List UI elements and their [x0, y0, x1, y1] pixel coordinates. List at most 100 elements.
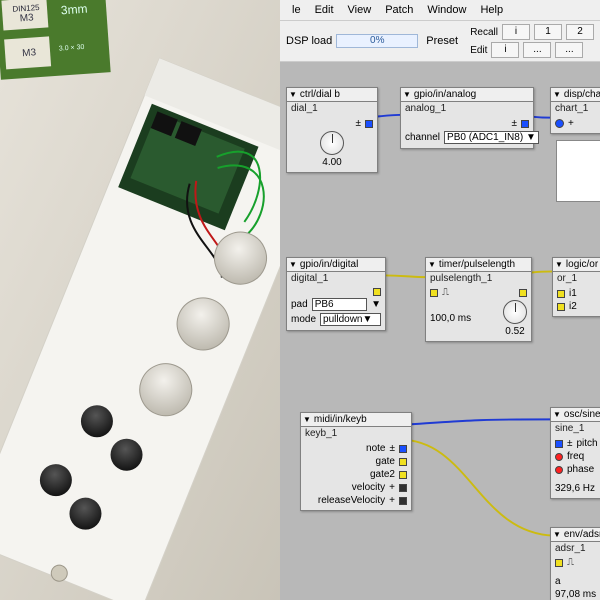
- sine-phase-port[interactable]: [555, 466, 563, 474]
- node-sine[interactable]: osc/sine sine_1 ±pitch freq phase 329,6 …: [550, 407, 600, 499]
- menubar: le Edit View Patch Window Help: [280, 0, 600, 21]
- keyb-rvel-label: releaseVelocity: [318, 495, 385, 506]
- menu-help[interactable]: Help: [474, 2, 509, 18]
- node-chart[interactable]: disp/chart p chart_1 +: [550, 87, 600, 134]
- preset-label: Preset: [426, 35, 458, 47]
- node-header[interactable]: gpio/in/analog: [401, 88, 533, 102]
- sine-frequency: 329,6 Hz: [555, 483, 595, 494]
- node-instance: sine_1: [551, 422, 600, 436]
- chart-in-sym: +: [568, 118, 574, 129]
- node-header[interactable]: disp/chart p: [551, 88, 600, 102]
- dial-icon: [503, 300, 527, 324]
- sine-pitch-label: pitch: [577, 438, 598, 449]
- node-instance: chart_1: [551, 102, 600, 116]
- node-instance: pulselength_1: [426, 272, 531, 286]
- or-in1-label: i1: [569, 288, 577, 299]
- analog-out-port[interactable]: [521, 120, 529, 128]
- node-analog[interactable]: gpio/in/analog analog_1 ± channelPB0 (AD…: [400, 87, 534, 149]
- pulse-value: 0.52: [505, 326, 524, 337]
- node-instance: digital_1: [287, 272, 385, 286]
- adsr-a-value: 97,08 ms: [555, 589, 596, 600]
- node-header[interactable]: logic/or 2: [553, 258, 600, 272]
- pad-label: pad: [291, 299, 308, 310]
- mode-select[interactable]: pulldown▼: [320, 313, 381, 326]
- svg-text:3mm: 3mm: [60, 2, 88, 18]
- or-in1-port[interactable]: [557, 290, 565, 298]
- keyb-vel-label: velocity: [352, 482, 385, 493]
- chart-display: [556, 140, 600, 202]
- analog-out-sym: ±: [512, 118, 518, 129]
- node-header[interactable]: ctrl/dial b: [287, 88, 377, 102]
- recall-btn-2[interactable]: 2: [566, 24, 594, 40]
- edit-btn-i[interactable]: i: [491, 42, 519, 58]
- pad-select[interactable]: PB6: [312, 298, 367, 311]
- menu-edit[interactable]: Edit: [309, 2, 340, 18]
- menu-window[interactable]: Window: [421, 2, 472, 18]
- or-in2-port[interactable]: [557, 303, 565, 311]
- dial-knob[interactable]: 4.00: [291, 131, 373, 168]
- pulse-icon: ⎍: [567, 558, 574, 568]
- node-header[interactable]: timer/pulselength: [426, 258, 531, 272]
- keyb-gate-label: gate: [376, 456, 395, 467]
- node-header[interactable]: gpio/in/digital: [287, 258, 385, 272]
- chart-in-port[interactable]: [555, 119, 564, 128]
- dsp-load-label: DSP load: [286, 35, 332, 47]
- node-instance: adsr_1: [551, 542, 600, 556]
- pulse-ms: 100,0 ms: [430, 313, 471, 324]
- keyb-vel-port[interactable]: [399, 484, 407, 492]
- keyb-gate-port[interactable]: [399, 458, 407, 466]
- patch-canvas[interactable]: ctrl/dial b dial_1 ± 4.00 gpio/in/analog…: [280, 62, 600, 600]
- keyb-note-port[interactable]: [399, 445, 407, 453]
- hardware-photo: DIN125 M3 3mm M3 3.0 × 30: [0, 0, 280, 600]
- keyb-rvel-port[interactable]: [399, 497, 407, 505]
- edit-btn-more1[interactable]: ...: [523, 42, 551, 58]
- pulse-in-port[interactable]: [430, 289, 438, 297]
- node-instance: dial_1: [287, 102, 377, 116]
- channel-select[interactable]: PB0 (ADC1_IN8) ▼: [444, 131, 539, 144]
- pulse-icon: ⎍: [442, 288, 449, 298]
- keyb-gate2-port[interactable]: [399, 471, 407, 479]
- svg-text:M3: M3: [22, 47, 37, 59]
- node-header[interactable]: osc/sine: [551, 408, 600, 422]
- recall-btn-i[interactable]: i: [502, 24, 530, 40]
- menu-view[interactable]: View: [342, 2, 378, 18]
- sine-freq-port[interactable]: [555, 453, 563, 461]
- menu-patch[interactable]: Patch: [379, 2, 419, 18]
- node-instance: or_1: [553, 272, 600, 286]
- or-in2-label: i2: [569, 301, 577, 312]
- pulse-out-port[interactable]: [519, 289, 527, 297]
- digital-out-port[interactable]: [373, 288, 381, 296]
- recall-btn-1[interactable]: 1: [534, 24, 562, 40]
- menu-file[interactable]: le: [286, 2, 307, 18]
- node-or[interactable]: logic/or 2 or_1 i1 i2: [552, 257, 600, 317]
- node-instance: analog_1: [401, 102, 533, 116]
- toolbar: DSP load 0% Preset Recall i 1 2 Edit i .…: [280, 21, 600, 62]
- node-header[interactable]: midi/in/keyb: [301, 413, 411, 427]
- node-keyb[interactable]: midi/in/keyb keyb_1 note± gate gate2 vel…: [300, 412, 412, 511]
- pulse-knob[interactable]: 0.52: [503, 300, 527, 337]
- node-digital[interactable]: gpio/in/digital digital_1 padPB6▼ modepu…: [286, 257, 386, 331]
- node-header[interactable]: env/adsr: [551, 528, 600, 542]
- dial-out-sym: ±: [356, 118, 362, 129]
- recall-label: Recall: [470, 27, 498, 38]
- mode-label: mode: [291, 314, 316, 325]
- channel-label: channel: [405, 132, 440, 143]
- patcher-app: le Edit View Patch Window Help DSP load …: [280, 0, 600, 600]
- node-adsr[interactable]: env/adsr adsr_1 ⎍ a 97,08 ms: [550, 527, 600, 600]
- sine-pitch-port[interactable]: [555, 440, 563, 448]
- dsp-load-meter: 0%: [336, 34, 418, 48]
- sine-freq-label: freq: [567, 451, 584, 462]
- dial-value: 4.00: [322, 157, 341, 168]
- sine-phase-label: phase: [567, 464, 594, 475]
- dial-icon: [320, 131, 344, 155]
- node-instance: keyb_1: [301, 427, 411, 441]
- edit-btn-more2[interactable]: ...: [555, 42, 583, 58]
- dial-out-port[interactable]: [365, 120, 373, 128]
- svg-text:M3: M3: [19, 12, 34, 24]
- keyb-gate2-label: gate2: [370, 469, 395, 480]
- adsr-a-label: a: [555, 576, 561, 587]
- node-pulselength[interactable]: timer/pulselength pulselength_1 ⎍ 100,0 …: [425, 257, 532, 342]
- adsr-in-port[interactable]: [555, 559, 563, 567]
- edit-label: Edit: [470, 45, 487, 56]
- node-dial[interactable]: ctrl/dial b dial_1 ± 4.00: [286, 87, 378, 173]
